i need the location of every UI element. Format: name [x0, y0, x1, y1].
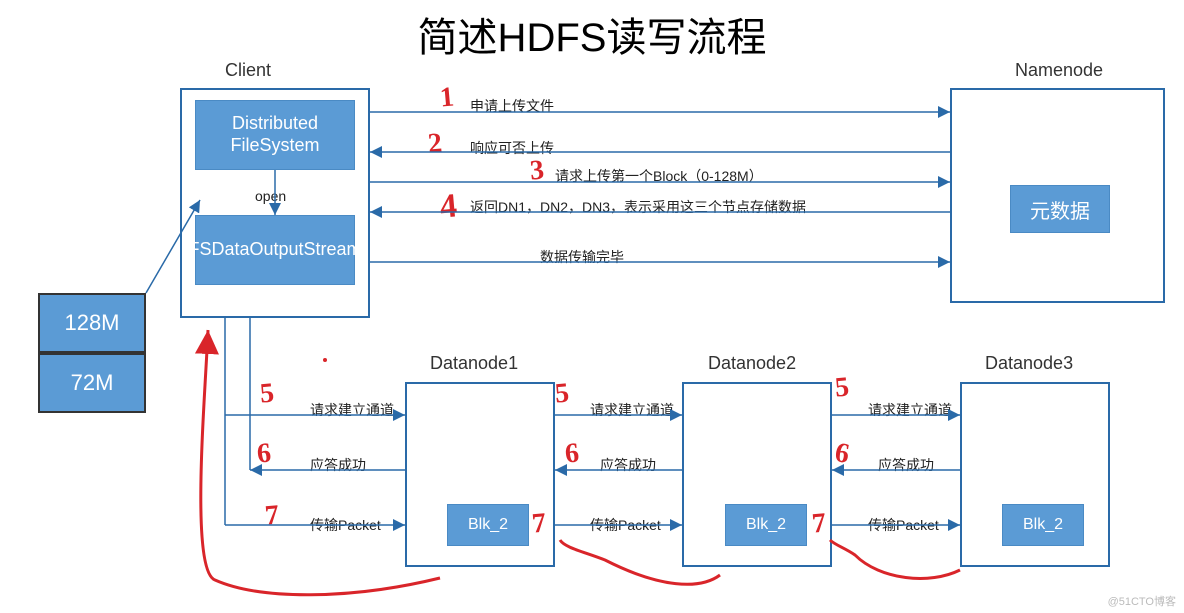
- annot-5b: 5: [554, 377, 571, 410]
- msg-dn1-dn2-req: 请求建立通道: [590, 400, 674, 420]
- distributed-filesystem-text: Distributed FileSystem: [196, 113, 354, 156]
- msg-block-request: 请求上传第一个Block（0-128M）: [555, 166, 763, 186]
- msg-dn2-dn3-req: 请求建立通道: [868, 400, 952, 420]
- file-block-128m: 128M: [38, 293, 146, 353]
- annot-4: 4: [438, 187, 458, 226]
- blk3-text: Blk_2: [1023, 516, 1063, 534]
- annot-7b: 7: [531, 507, 548, 540]
- datanode1-label: Datanode1: [430, 353, 518, 374]
- fsdataoutputstream-text: FSDataOutputStream: [188, 239, 361, 261]
- annot-6c: 6: [832, 437, 851, 471]
- msg-dn2-dn3-ack: 应答成功: [878, 455, 934, 475]
- blk1-text: Blk_2: [468, 516, 508, 534]
- annot-1: 1: [439, 81, 456, 114]
- msg-c-dn1-packet: 传输Packet: [310, 515, 381, 535]
- file-block-72m: 72M: [38, 353, 146, 413]
- blk2-box: Blk_2: [725, 504, 807, 546]
- watermark: @51CTO博客: [1108, 593, 1176, 609]
- msg-dn2-dn3-packet: 传输Packet: [868, 515, 939, 535]
- blk1-box: Blk_2: [447, 504, 529, 546]
- datanode2-label: Datanode2: [708, 353, 796, 374]
- msg-dn1-dn2-ack: 应答成功: [600, 455, 656, 475]
- file-block-128m-text: 128M: [64, 310, 119, 336]
- metadata-text: 元数据: [1030, 195, 1090, 224]
- blk2-text: Blk_2: [746, 516, 786, 534]
- fsdataoutputstream-box: FSDataOutputStream: [195, 215, 355, 285]
- namenode-label: Namenode: [1015, 60, 1103, 81]
- file-block-72m-text: 72M: [71, 370, 114, 396]
- annot-5a: 5: [259, 377, 276, 410]
- distributed-filesystem-box: Distributed FileSystem: [195, 100, 355, 170]
- annot-6a: 6: [256, 437, 273, 470]
- annot-2: 2: [427, 127, 444, 160]
- msg-dn-response: 返回DN1，DN2，DN3，表示采用这三个节点存储数据: [470, 197, 806, 217]
- client-label: Client: [225, 60, 271, 81]
- datanode3-label: Datanode3: [985, 353, 1073, 374]
- metadata-box: 元数据: [1010, 185, 1110, 233]
- msg-upload-request: 申请上传文件: [470, 96, 554, 116]
- annot-7c: 7: [811, 507, 828, 540]
- msg-c-dn1-ack: 应答成功: [310, 455, 366, 475]
- diagram-title: 简述HDFS读写流程: [418, 5, 767, 63]
- msg-c-dn1-req: 请求建立通道: [310, 400, 394, 420]
- annot-3: 3: [529, 154, 546, 187]
- annot-5c: 5: [834, 371, 851, 404]
- open-label: open: [255, 188, 286, 204]
- msg-dn1-dn2-packet: 传输Packet: [590, 515, 661, 535]
- msg-transfer-done: 数据传输完毕: [540, 247, 624, 267]
- blk3-box: Blk_2: [1002, 504, 1084, 546]
- annot-7a: 7: [264, 499, 281, 532]
- annot-6b: 6: [564, 437, 581, 470]
